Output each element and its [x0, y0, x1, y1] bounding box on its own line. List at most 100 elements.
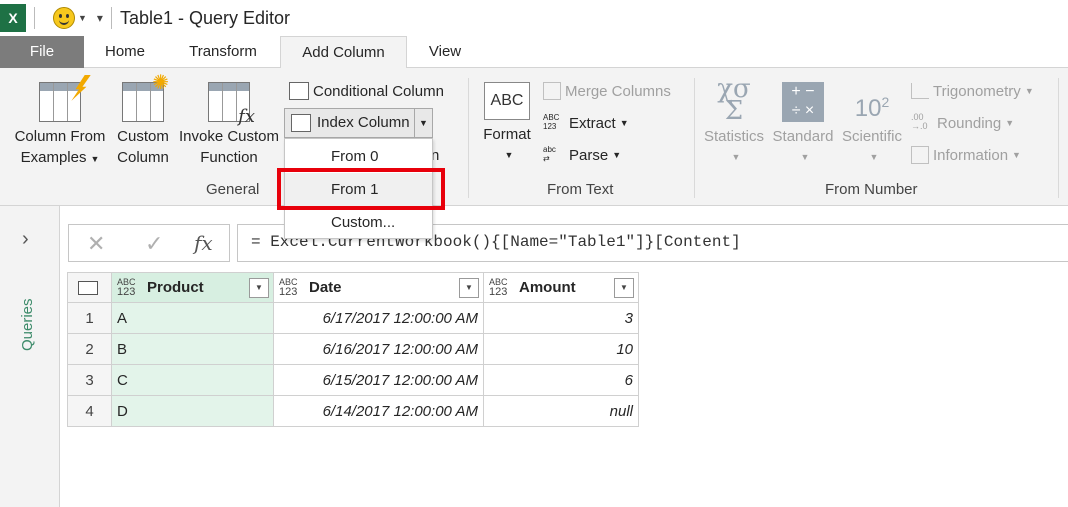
- custom-column-button[interactable]: ✺ Custom Column: [112, 73, 174, 168]
- filter-dropdown-icon[interactable]: ▼: [614, 278, 634, 298]
- button-label: Standard: [772, 128, 834, 145]
- custom-column-icon: ✺: [122, 73, 169, 122]
- column-header-product[interactable]: ABC 123 Product ▼: [111, 272, 274, 303]
- rounding-button[interactable]: .00 →.0 Rounding ▼: [911, 111, 1014, 135]
- cell-amount[interactable]: 10: [483, 333, 639, 365]
- button-label: Statistics: [703, 128, 764, 145]
- scientific-icon: 102: [854, 94, 890, 122]
- customize-quick-access-icon[interactable]: ▾: [97, 11, 103, 25]
- column-from-examples-icon: [39, 82, 81, 122]
- tab-home[interactable]: Home: [84, 36, 166, 68]
- title-separator: [110, 7, 112, 29]
- cell-amount[interactable]: null: [483, 395, 639, 427]
- group-label-general: General: [206, 181, 260, 198]
- chevron-down-icon: ▼: [869, 152, 879, 162]
- cell-product[interactable]: B: [111, 333, 274, 365]
- tab-file[interactable]: File: [0, 36, 84, 68]
- tab-transform[interactable]: Transform: [166, 36, 280, 68]
- button-label: Column From: [14, 128, 106, 145]
- table-row[interactable]: 2 B 6/16/2017 12:00:00 AM 10: [67, 333, 639, 365]
- information-icon: [911, 146, 929, 164]
- filter-dropdown-icon[interactable]: ▼: [249, 278, 269, 298]
- invoke-function-icon: fx: [208, 82, 255, 127]
- expand-queries-chevron-icon[interactable]: ›: [22, 228, 29, 251]
- any-type-icon[interactable]: ABC 123: [489, 277, 508, 298]
- highlight-box: [277, 168, 445, 210]
- cancel-formula-icon[interactable]: ✕: [87, 231, 105, 257]
- row-number: 1: [67, 302, 112, 334]
- column-name: Amount: [519, 279, 576, 296]
- row-number: 2: [67, 333, 112, 365]
- button-label: Information: [933, 146, 1009, 164]
- statistics-icon: χσ Σ: [717, 74, 751, 126]
- cell-product[interactable]: A: [111, 302, 274, 334]
- tab-add-column[interactable]: Add Column: [280, 36, 407, 69]
- cell-product[interactable]: D: [111, 395, 274, 427]
- chevron-down-icon[interactable]: ▼: [78, 13, 87, 23]
- ribbon-tabs: File Home Transform Add Column View: [0, 36, 1068, 69]
- group-separator: [694, 78, 695, 198]
- index-column-dropdown[interactable]: Index Column ▼: [284, 108, 433, 138]
- filter-dropdown-icon[interactable]: ▼: [459, 278, 479, 298]
- row-number: 4: [67, 395, 112, 427]
- merge-columns-button[interactable]: Merge Columns: [543, 79, 671, 103]
- table-icon[interactable]: [78, 281, 98, 295]
- any-type-icon[interactable]: ABC 123: [117, 277, 136, 298]
- cell-date[interactable]: 6/15/2017 12:00:00 AM: [273, 364, 484, 396]
- button-label: Examples ▼: [20, 149, 100, 166]
- button-label: Extract: [569, 114, 616, 132]
- button-label: Merge Columns: [565, 82, 671, 100]
- cell-product[interactable]: C: [111, 364, 274, 396]
- trigonometry-button[interactable]: Trigonometry ▼: [911, 79, 1034, 103]
- window-title: Table1 - Query Editor: [119, 7, 291, 28]
- column-name: Product: [147, 279, 204, 296]
- column-header-amount[interactable]: ABC 123 Amount ▼: [483, 272, 639, 303]
- cell-amount[interactable]: 6: [483, 364, 639, 396]
- cell-date[interactable]: 6/17/2017 12:00:00 AM: [273, 302, 484, 334]
- any-type-icon[interactable]: ABC 123: [279, 277, 298, 298]
- invoke-custom-function-button[interactable]: fx Invoke Custom Function: [174, 82, 284, 168]
- conditional-column-button[interactable]: Conditional Column: [289, 79, 444, 103]
- information-button[interactable]: Information ▼: [911, 143, 1021, 167]
- cell-date[interactable]: 6/16/2017 12:00:00 AM: [273, 333, 484, 365]
- button-label: Scientific: [841, 128, 903, 145]
- statistics-button[interactable]: χσ Σ Statistics ▼: [702, 74, 766, 168]
- table-row[interactable]: 1 A 6/17/2017 12:00:00 AM 3: [67, 302, 639, 334]
- cell-amount[interactable]: 3: [483, 302, 639, 334]
- table-row[interactable]: 4 D 6/14/2017 12:00:00 AM null: [67, 395, 639, 427]
- standard-button[interactable]: + − ÷ × Standard ▼: [770, 82, 836, 168]
- table-menu-corner[interactable]: [67, 272, 112, 303]
- chevron-down-icon: ▼: [1024, 86, 1034, 96]
- table-row[interactable]: 3 C 6/15/2017 12:00:00 AM 6: [67, 364, 639, 396]
- standard-icon: + − ÷ ×: [782, 82, 824, 122]
- column-name: Date: [309, 279, 342, 296]
- queries-pane: › Queries: [0, 206, 60, 507]
- button-label: Index Column: [317, 114, 410, 131]
- group-label-from-text: From Text: [547, 181, 614, 198]
- button-label: Format: [483, 126, 531, 143]
- chevron-down-icon: ▼: [800, 152, 810, 162]
- confirm-formula-icon[interactable]: ✓: [145, 231, 163, 257]
- chevron-down-icon[interactable]: ▼: [414, 109, 432, 137]
- chevron-down-icon: ▼: [731, 152, 741, 162]
- parse-button[interactable]: abc ⇄ Parse ▼: [543, 143, 621, 167]
- button-label: Parse: [569, 146, 609, 164]
- menu-item-custom[interactable]: Custom...: [285, 206, 432, 239]
- cell-date[interactable]: 6/14/2017 12:00:00 AM: [273, 395, 484, 427]
- header-row: ABC 123 Product ▼ ABC 123 Date ▼ ABC 123 Am…: [67, 272, 639, 303]
- column-header-date[interactable]: ABC 123 Date ▼: [273, 272, 484, 303]
- smiley-feedback-icon[interactable]: [53, 7, 75, 29]
- chevron-down-icon: ▼: [504, 150, 514, 160]
- column-from-examples-button[interactable]: Column From Examples ▼: [8, 82, 112, 170]
- extract-button[interactable]: ABC 123 Extract ▼: [543, 111, 629, 135]
- scientific-button[interactable]: 102 Scientific ▼: [838, 82, 906, 168]
- button-label: Rounding: [937, 114, 1002, 132]
- ribbon: Column From Examples ▼ ✺ Custom Column fx…: [0, 68, 1068, 206]
- queries-pane-label[interactable]: Queries: [19, 281, 36, 351]
- tab-view[interactable]: View: [407, 36, 483, 68]
- trigonometry-icon: [911, 83, 929, 99]
- format-button[interactable]: ABC Format ▼: [478, 82, 536, 166]
- fx-icon[interactable]: fx: [194, 231, 213, 255]
- title-separator: [34, 7, 35, 29]
- button-label: Column: [117, 149, 169, 166]
